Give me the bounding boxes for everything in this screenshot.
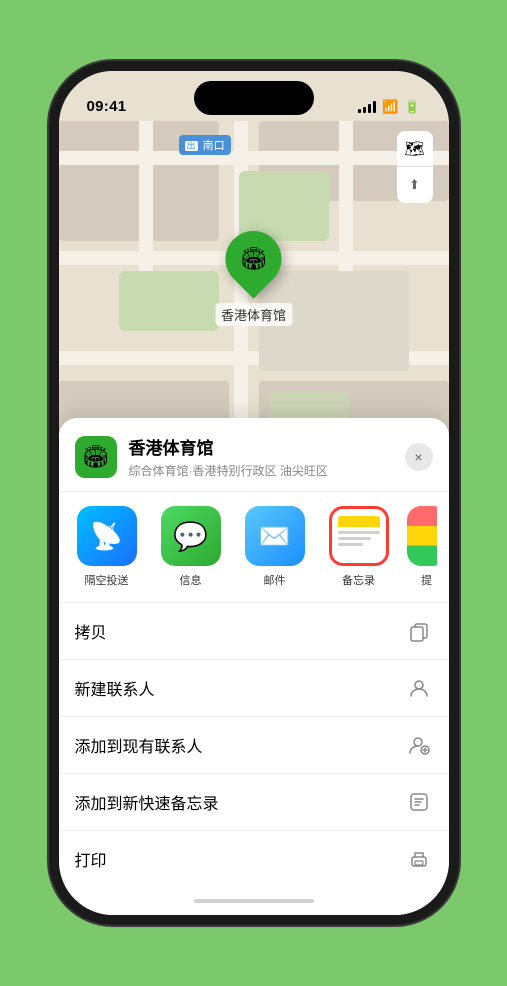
- map-type-icon: 🗺: [404, 139, 424, 159]
- action-add-contact[interactable]: 添加到现有联系人: [59, 717, 449, 774]
- notes-line-1: [338, 531, 380, 534]
- print-icon: [405, 845, 433, 873]
- new-contact-icon: [405, 674, 433, 702]
- venue-icon: 🏟: [75, 436, 117, 478]
- share-row: 📡 隔空投送 💬 信息 ✉️ 邮件: [59, 492, 449, 603]
- action-new-contact[interactable]: 新建联系人: [59, 660, 449, 717]
- notes-line-2: [338, 537, 372, 540]
- message-icon: 💬: [161, 506, 221, 566]
- share-mail[interactable]: ✉️ 邮件: [239, 506, 311, 588]
- notes-icon: [329, 506, 389, 566]
- notes-header-bar: [338, 516, 380, 527]
- action-new-contact-label: 新建联系人: [75, 676, 405, 700]
- map-type-button[interactable]: 🗺: [397, 131, 433, 167]
- mail-icon: ✉️: [245, 506, 305, 566]
- status-icons: 📶 🔋: [358, 99, 420, 115]
- share-more[interactable]: 提: [407, 506, 437, 588]
- airdrop-label: 隔空投送: [85, 572, 129, 588]
- share-message[interactable]: 💬 信息: [155, 506, 227, 588]
- action-print[interactable]: 打印: [59, 831, 449, 887]
- action-quick-note-label: 添加到新快速备忘录: [75, 790, 405, 814]
- signal-icon: [358, 101, 376, 113]
- share-items: 📡 隔空投送 💬 信息 ✉️ 邮件: [71, 506, 437, 588]
- venue-header: 🏟 香港体育馆 综合体育馆·香港特别行政区 油尖旺区 ×: [59, 434, 449, 492]
- more-label: 提: [421, 572, 432, 588]
- map-label: 出 香港体育馆南口: [179, 135, 231, 155]
- home-indicator-area: [59, 887, 449, 915]
- phone-frame: 09:41 📶 🔋 出 香港体育馆南: [59, 71, 449, 915]
- share-airdrop[interactable]: 📡 隔空投送: [71, 506, 143, 588]
- close-button[interactable]: ×: [405, 443, 433, 471]
- home-indicator: [194, 899, 314, 903]
- status-time: 09:41: [87, 98, 127, 115]
- venue-emoji-icon: 🏟: [82, 444, 110, 470]
- map-controls: 🗺 ⬆: [397, 131, 433, 203]
- battery-icon: 🔋: [404, 99, 420, 115]
- mail-label: 邮件: [264, 572, 286, 588]
- more-icon: [407, 506, 437, 566]
- location-icon: ⬆: [409, 177, 420, 193]
- share-notes[interactable]: 备忘录: [323, 506, 395, 588]
- copy-icon: [405, 617, 433, 645]
- dynamic-island: [194, 81, 314, 115]
- location-marker: 🏟 香港体育馆: [215, 231, 292, 326]
- bottom-sheet: 🏟 香港体育馆 综合体育馆·香港特别行政区 油尖旺区 × 📡 隔空投送: [59, 418, 449, 915]
- notes-line-3: [338, 543, 363, 546]
- wifi-icon: 📶: [382, 99, 398, 115]
- marker-pin: 🏟: [214, 219, 293, 298]
- quick-note-icon: [405, 788, 433, 816]
- message-label: 信息: [180, 572, 202, 588]
- marker-label: 香港体育馆: [215, 303, 292, 326]
- add-contact-icon: [405, 731, 433, 759]
- venue-pin-icon: 🏟: [240, 246, 268, 272]
- venue-subtitle: 综合体育馆·香港特别行政区 油尖旺区: [129, 462, 405, 479]
- venue-name: 香港体育馆: [129, 434, 405, 459]
- venue-info: 香港体育馆 综合体育馆·香港特别行政区 油尖旺区: [129, 434, 405, 479]
- notes-label: 备忘录: [342, 572, 375, 588]
- close-icon: ×: [414, 449, 422, 465]
- action-copy-label: 拷贝: [75, 619, 405, 643]
- action-copy[interactable]: 拷贝: [59, 603, 449, 660]
- action-print-label: 打印: [75, 847, 405, 871]
- location-button[interactable]: ⬆: [397, 167, 433, 203]
- action-quick-note[interactable]: 添加到新快速备忘录: [59, 774, 449, 831]
- action-add-contact-label: 添加到现有联系人: [75, 733, 405, 757]
- airdrop-icon: 📡: [77, 506, 137, 566]
